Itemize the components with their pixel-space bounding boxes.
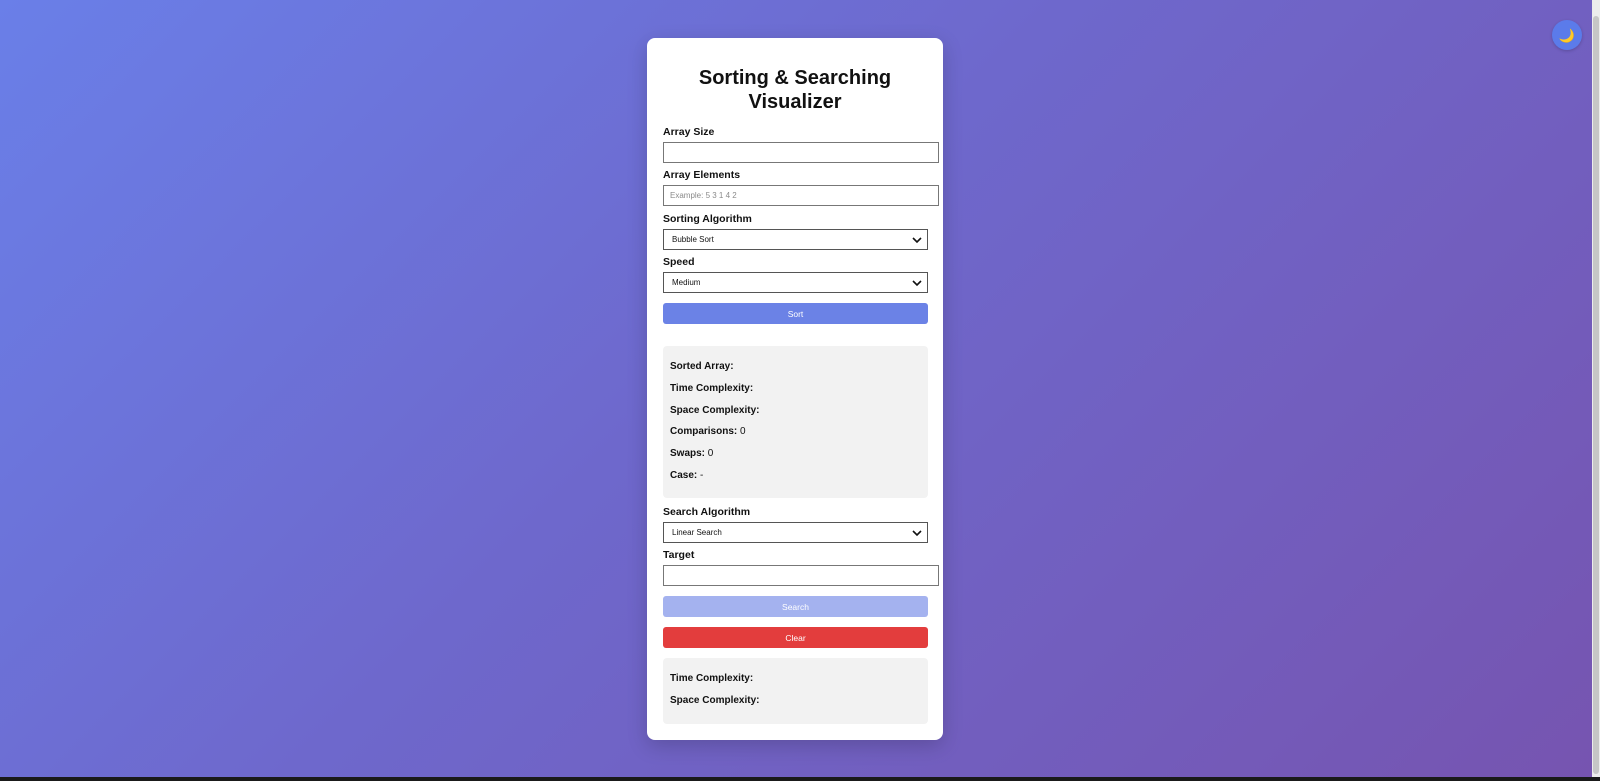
array-size-label: Array Size xyxy=(663,126,715,138)
theme-toggle-button[interactable]: 🌙 xyxy=(1552,20,1582,50)
chevron-down-icon xyxy=(912,530,922,537)
sorting-algorithm-select[interactable]: Bubble Sort xyxy=(663,229,928,250)
clear-button[interactable]: Clear xyxy=(663,627,928,648)
space-complexity-label: Space Complexity: xyxy=(670,405,760,416)
comparisons-label: Comparisons: xyxy=(670,426,738,437)
speed-value: Medium xyxy=(672,278,701,287)
chevron-down-icon xyxy=(912,237,922,244)
sorting-algorithm-label: Sorting Algorithm xyxy=(663,213,752,225)
case-label: Case: xyxy=(670,470,698,481)
array-elements-input[interactable] xyxy=(663,185,939,206)
speed-label: Speed xyxy=(663,256,695,268)
sorted-array-row: Sorted Array: xyxy=(670,361,734,372)
target-input[interactable] xyxy=(663,565,939,586)
sort-results-panel: Sorted Array: Time Complexity: Space Com… xyxy=(663,346,928,498)
title-line-2: Visualizer xyxy=(748,91,842,113)
search-button[interactable]: Search xyxy=(663,596,928,617)
array-elements-label: Array Elements xyxy=(663,169,741,181)
speed-select[interactable]: Medium xyxy=(663,272,928,293)
comparisons-row: Comparisons: 0 xyxy=(670,426,746,437)
time-complexity-label: Time Complexity: xyxy=(670,383,754,394)
bottom-edge-bar xyxy=(0,777,1600,781)
target-label: Target xyxy=(663,549,695,561)
space-complexity-row: Space Complexity: xyxy=(670,405,759,416)
time-complexity-row: Time Complexity: xyxy=(670,383,753,394)
search-algorithm-label: Search Algorithm xyxy=(663,506,751,518)
case-row: Case: - xyxy=(670,470,703,481)
search-algorithm-select[interactable]: Linear Search xyxy=(663,522,928,543)
search-time-complexity-row: Time Complexity: xyxy=(670,673,753,684)
swaps-label: Swaps: xyxy=(670,448,706,459)
chevron-down-icon xyxy=(912,280,922,287)
array-size-input[interactable] xyxy=(663,142,939,163)
search-space-complexity-label: Space Complexity: xyxy=(670,695,760,706)
case-value: - xyxy=(700,470,704,481)
scrollbar-thumb[interactable] xyxy=(1593,16,1599,774)
search-results-panel: Time Complexity: Space Complexity: xyxy=(663,658,928,724)
comparisons-value: 0 xyxy=(740,426,746,437)
sorting-algorithm-value: Bubble Sort xyxy=(672,235,714,244)
swaps-row: Swaps: 0 xyxy=(670,448,713,459)
page-title: Sorting & Searching Visualizer xyxy=(647,66,943,114)
search-time-complexity-label: Time Complexity: xyxy=(670,673,754,684)
scrollbar[interactable] xyxy=(1592,0,1600,777)
sort-button[interactable]: Sort xyxy=(663,303,928,324)
search-space-complexity-row: Space Complexity: xyxy=(670,695,759,706)
search-algorithm-value: Linear Search xyxy=(672,528,722,537)
visualizer-card: Sorting & Searching Visualizer Array Siz… xyxy=(647,38,943,740)
swaps-value: 0 xyxy=(707,448,714,459)
sorted-array-label: Sorted Array: xyxy=(670,361,734,372)
moon-icon: 🌙 xyxy=(1558,27,1576,43)
title-line-1: Sorting & Searching xyxy=(698,67,892,89)
